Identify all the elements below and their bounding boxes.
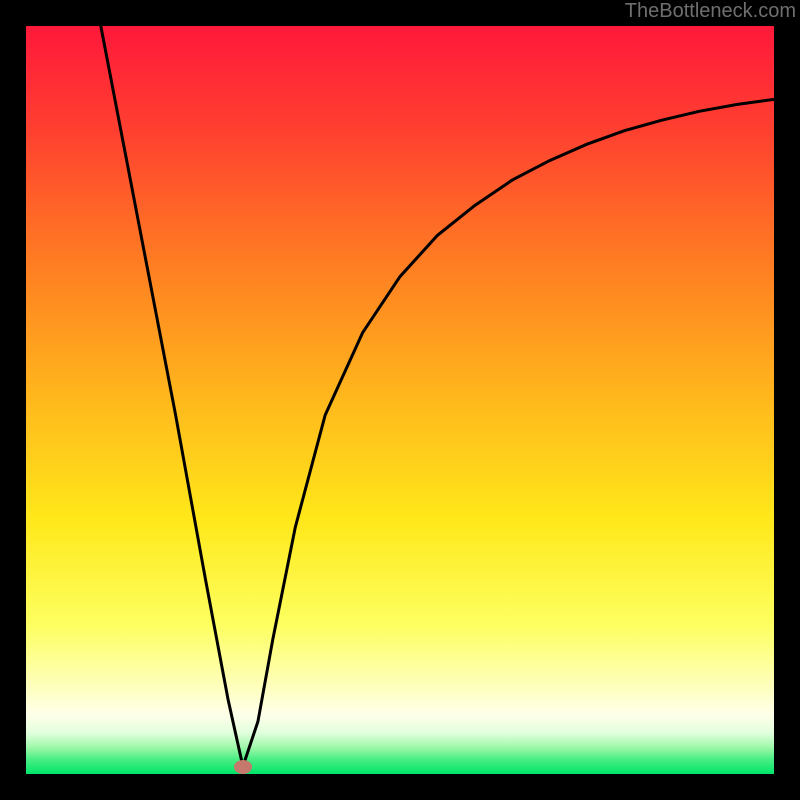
- optimal-point-marker: [234, 760, 252, 774]
- plot-area: [26, 26, 774, 774]
- curve-layer: [26, 26, 774, 774]
- bottleneck-curve: [101, 26, 774, 767]
- watermark-text: TheBottleneck.com: [625, 0, 796, 23]
